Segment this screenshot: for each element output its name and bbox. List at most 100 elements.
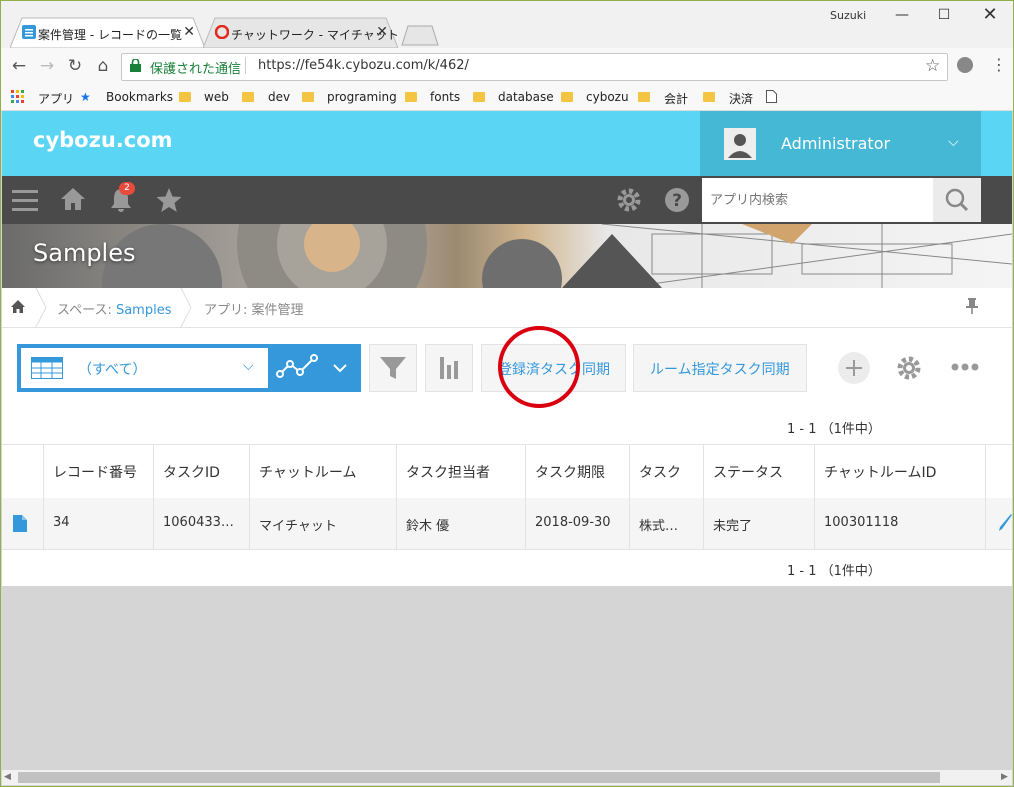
bookmark-apps[interactable]: アプリ <box>38 90 74 107</box>
scroll-left-icon[interactable]: ◀ <box>4 772 11 782</box>
column-header[interactable]: チャットルーム <box>259 462 356 482</box>
folder-icon <box>638 90 660 104</box>
space-title: Samples <box>33 239 136 267</box>
apps-grid-icon[interactable] <box>11 90 25 104</box>
extension-icon[interactable] <box>957 57 973 73</box>
tab-active[interactable]: 案件管理 - レコードの一覧 ✕ <box>10 17 205 48</box>
close-window-button[interactable]: ✕ <box>970 4 1010 26</box>
menu-icon[interactable]: ⋮ <box>991 55 1007 74</box>
app-list-icon <box>22 25 36 39</box>
breadcrumb-prefix: アプリ: <box>204 303 252 318</box>
folder-icon <box>703 90 725 104</box>
graph-button[interactable] <box>425 344 473 392</box>
maximize-button[interactable]: ☐ <box>924 4 964 26</box>
column-header[interactable]: タスク担当者 <box>406 462 490 482</box>
new-tab-button[interactable] <box>400 24 440 46</box>
column-divider <box>985 444 986 549</box>
table-view-icon <box>31 357 63 379</box>
pin-icon[interactable] <box>966 298 978 314</box>
filter-button[interactable] <box>369 344 417 392</box>
page-icon[interactable] <box>766 90 777 103</box>
bookmark-item[interactable]: Bookmarks <box>106 90 173 104</box>
tab-title: 案件管理 - レコードの一覧 <box>38 28 182 42</box>
folder-icon <box>302 90 324 104</box>
search-input[interactable] <box>702 178 931 222</box>
folder-icon <box>473 90 495 104</box>
breadcrumb-separator <box>35 288 47 327</box>
reload-icon[interactable]: ↻ <box>64 55 86 77</box>
pagination-info: 1 - 1 （1件中） <box>787 422 881 437</box>
graph-icon <box>276 354 347 378</box>
home-icon[interactable]: ⌂ <box>92 55 114 77</box>
column-header[interactable]: タスク期限 <box>535 462 605 482</box>
close-icon[interactable]: ✕ <box>376 24 388 40</box>
gear-icon[interactable] <box>616 187 642 213</box>
bookmark-item[interactable]: web <box>204 90 229 104</box>
minimize-button[interactable]: — <box>882 4 922 26</box>
back-icon[interactable]: ← <box>8 55 30 77</box>
highlight-circle <box>498 326 580 408</box>
add-record-button[interactable] <box>837 351 871 385</box>
banner-image <box>102 224 1012 288</box>
forward-icon[interactable]: → <box>36 55 58 77</box>
column-divider <box>153 444 154 549</box>
breadcrumb-space: スペース: Samples <box>57 299 171 318</box>
secure-label: 保護された通信 <box>150 62 242 77</box>
hamburger-icon[interactable] <box>12 188 38 212</box>
star-icon[interactable]: ☆ <box>925 56 940 76</box>
chevron-down-icon[interactable]: ⌵ <box>948 134 959 150</box>
bookmark-item[interactable]: 会計 <box>664 90 688 107</box>
column-header[interactable]: ステータス <box>713 462 783 482</box>
scroll-right-icon[interactable]: ▶ <box>1001 772 1008 782</box>
column-header[interactable]: タスクID <box>163 462 220 482</box>
table-cell: 株式… <box>639 519 679 534</box>
view-selector-label: （すべて） <box>78 362 147 378</box>
url-text[interactable]: https://fe54k.cybozu.com/k/462/ <box>258 58 469 73</box>
sync-room-tasks-button[interactable]: ルーム指定タスク同期 <box>633 344 807 392</box>
gear-icon[interactable] <box>895 354 923 382</box>
more-options-icon[interactable] <box>951 362 979 372</box>
app-search <box>702 178 933 222</box>
chevron-down-icon: ⌵ <box>243 358 254 374</box>
folder-icon <box>561 90 583 104</box>
graph-menu-button[interactable] <box>268 344 361 392</box>
lock-icon <box>130 59 141 72</box>
breadcrumb-app: アプリ: 案件管理 <box>204 299 304 318</box>
column-divider <box>396 444 397 549</box>
bookmark-item[interactable]: 決済 <box>729 90 753 107</box>
column-divider <box>249 444 250 549</box>
close-icon[interactable]: ✕ <box>183 24 195 40</box>
record-detail-icon[interactable] <box>13 515 27 532</box>
bookmark-item[interactable]: dev <box>268 90 290 104</box>
search-icon <box>945 188 969 212</box>
column-divider <box>43 444 44 549</box>
user-name: Administrator <box>781 134 891 153</box>
star-icon[interactable] <box>156 187 182 213</box>
column-divider <box>629 444 630 549</box>
column-divider <box>525 444 526 549</box>
column-divider <box>703 444 704 549</box>
bookmark-item[interactable]: programing <box>327 90 397 104</box>
table-cell: 鈴木 優 <box>406 519 450 534</box>
breadcrumb-separator <box>180 288 192 327</box>
column-header[interactable]: タスク <box>639 462 681 482</box>
column-header[interactable]: レコード番号 <box>53 462 137 482</box>
logo[interactable]: cybozu.com <box>33 128 173 152</box>
notification-badge: 2 <box>119 182 135 195</box>
edit-pencil-icon[interactable] <box>999 514 1012 532</box>
bookmark-star-icon: ★ <box>80 90 91 104</box>
tab-inactive[interactable]: チャットワーク - マイチャット ✕ <box>203 17 399 48</box>
chatwork-icon <box>215 25 229 39</box>
bookmark-item[interactable]: fonts <box>430 90 460 104</box>
space-banner <box>2 224 1012 288</box>
scrollbar-thumb[interactable] <box>18 772 940 783</box>
search-button[interactable] <box>933 178 981 222</box>
home-icon[interactable] <box>10 299 26 314</box>
breadcrumb-space-link[interactable]: Samples <box>116 303 172 318</box>
column-header[interactable]: チャットルームID <box>824 462 936 482</box>
profile-name[interactable]: Suzuki <box>830 9 866 22</box>
bookmark-item[interactable]: database <box>498 90 554 104</box>
home-icon[interactable] <box>60 186 86 212</box>
help-icon[interactable]: ? <box>664 187 690 213</box>
bookmark-item[interactable]: cybozu <box>586 90 629 104</box>
